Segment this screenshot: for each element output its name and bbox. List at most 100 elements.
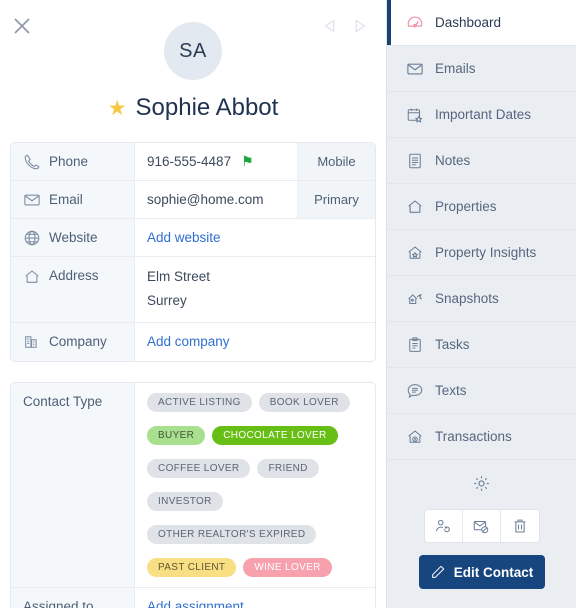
gear-icon[interactable] [472, 474, 491, 493]
tag-list: ACTIVE LISTING BOOK LOVER BUYER CHOCOLAT… [135, 383, 375, 587]
row-label-website: Website [11, 219, 135, 256]
sidebar-item-label: Property Insights [435, 245, 537, 260]
table-row: Address Elm Street Surrey [11, 257, 375, 323]
clipboard-icon [409, 336, 421, 352]
sidebar-item-label: Snapshots [435, 291, 499, 306]
contact-type-row: Contact Type ACTIVE LISTING BOOK LOVER B… [11, 382, 375, 588]
edit-contact-button[interactable]: Edit Contact [418, 555, 545, 589]
flag-icon: ⚑ [241, 153, 254, 169]
phone-value[interactable]: 916-555-4487 [147, 154, 231, 169]
page-title: Sophie Abbot [135, 94, 279, 121]
row-label-text: Phone [49, 154, 89, 169]
calendar-star-icon [407, 108, 423, 123]
row-label-email: Email [11, 181, 135, 218]
sidebar-item-texts[interactable]: Texts [387, 368, 576, 414]
sidebar-item-label: Properties [435, 199, 497, 214]
avatar: SA [164, 22, 222, 80]
table-row: Phone 916-555-4487 ⚑ Mobile [11, 143, 375, 181]
phone-icon [24, 154, 40, 169]
close-icon[interactable] [10, 14, 34, 38]
sidebar-item-dashboard[interactable]: Dashboard [387, 0, 576, 46]
assigned-value-wrap: Add assignment [135, 588, 375, 608]
snapshot-icon [408, 293, 423, 304]
home-dollar-icon [408, 429, 422, 443]
mail-icon [407, 63, 423, 74]
contact-type-card: Contact Type ACTIVE LISTING BOOK LOVER B… [10, 381, 376, 608]
tag-chip[interactable]: CHOCOLATE LOVER [212, 425, 338, 445]
speedometer-icon [407, 15, 423, 27]
tag-chip[interactable]: INVESTOR [147, 491, 223, 511]
contact-action-buttons [423, 509, 540, 543]
table-row: Email sophie@home.com Primary [11, 181, 375, 219]
row-value-company: Add company [135, 323, 375, 361]
contact-type-value: ACTIVE LISTING BOOK LOVER BUYER CHOCOLAT… [135, 383, 375, 587]
sidebar-item-important-dates[interactable]: Important Dates [387, 92, 576, 138]
contact-main-pane: SA ★ Sophie Abbot Phone 916-555-4487 ⚑ M… [0, 0, 386, 608]
sidebar-item-label: Notes [435, 153, 471, 168]
contact-type-label: Contact Type [23, 393, 103, 409]
row-label-text: Company [49, 334, 107, 350]
assigned-to-label: Assigned to [23, 599, 94, 608]
email-type-badge[interactable]: Primary [297, 181, 375, 218]
tag-chip[interactable]: WINE LOVER [243, 557, 332, 577]
tag-chip[interactable]: COFFEE LOVER [147, 458, 251, 478]
home-icon [408, 199, 422, 213]
favorite-star-icon[interactable]: ★ [108, 98, 127, 119]
home-icon [25, 270, 39, 283]
phone-type-badge[interactable]: Mobile [297, 143, 375, 180]
sidebar-item-property-insights[interactable]: Property Insights [387, 230, 576, 276]
website-value-wrap: Add website [135, 219, 375, 256]
document-icon [409, 153, 421, 168]
add-assignment-link[interactable]: Add assignment [147, 599, 244, 608]
delete-contact-button[interactable] [500, 510, 539, 542]
sidebar-item-properties[interactable]: Properties [387, 184, 576, 230]
company-icon [25, 336, 37, 348]
tag-chip[interactable]: OTHER REALTOR'S EXPIRED [147, 524, 317, 544]
sidebar-item-label: Important Dates [435, 107, 532, 122]
row-label-text: Website [49, 230, 98, 245]
record-pager [322, 17, 368, 35]
contact-name-row: ★ Sophie Abbot [0, 94, 386, 122]
home-star-icon [408, 245, 422, 259]
sidebar-item-notes[interactable]: Notes [387, 138, 576, 184]
address-line-2: Surrey [147, 292, 187, 308]
chevron-right-icon[interactable] [350, 17, 368, 35]
row-value-website: Add website [135, 219, 375, 256]
pencil-icon [431, 565, 444, 578]
row-value-phone: 916-555-4487 ⚑ Mobile [135, 143, 375, 180]
row-label-phone: Phone [11, 143, 135, 180]
email-value-wrap: sophie@home.com [135, 181, 297, 218]
edit-contact-label: Edit Contact [453, 564, 534, 580]
row-label-text: Email [49, 192, 83, 207]
email-optout-button[interactable] [462, 510, 501, 542]
mail-icon [24, 194, 40, 205]
email-optout-icon [473, 520, 489, 534]
contact-detail-panel: SA ★ Sophie Abbot Phone 916-555-4487 ⚑ M… [0, 0, 576, 608]
add-company-link[interactable]: Add company [147, 334, 230, 349]
sidebar-item-snapshots[interactable]: Snapshots [387, 276, 576, 322]
assigned-to-label-cell: Assigned to [11, 587, 135, 608]
tag-chip[interactable]: PAST CLIENT [147, 557, 237, 577]
row-value-email: sophie@home.com Primary [135, 181, 375, 218]
email-value[interactable]: sophie@home.com [147, 192, 264, 207]
tag-chip[interactable]: BUYER [147, 425, 206, 445]
sidebar-item-label: Transactions [435, 429, 512, 444]
address-value-wrap: Elm Street Surrey [135, 257, 375, 322]
globe-icon [24, 230, 40, 245]
right-sidebar: Dashboard Emails Important Dates Notes P… [386, 0, 576, 608]
sidebar-item-tasks[interactable]: Tasks [387, 322, 576, 368]
tag-chip[interactable]: BOOK LOVER [258, 392, 350, 412]
sidebar-item-emails[interactable]: Emails [387, 46, 576, 92]
tag-chip[interactable]: FRIEND [257, 458, 319, 478]
trash-icon [513, 519, 526, 533]
company-value-wrap: Add company [135, 323, 375, 361]
chevron-left-icon[interactable] [322, 17, 340, 35]
sidebar-item-transactions[interactable]: Transactions [387, 414, 576, 460]
convert-contact-button[interactable] [424, 510, 463, 542]
add-website-link[interactable]: Add website [147, 230, 221, 245]
chat-bubble-icon [407, 383, 423, 398]
sidebar-actions: Edit Contact [387, 460, 576, 608]
avatar-section: SA [0, 0, 386, 80]
tag-chip[interactable]: ACTIVE LISTING [147, 392, 252, 412]
row-label-company: Company [11, 322, 135, 361]
